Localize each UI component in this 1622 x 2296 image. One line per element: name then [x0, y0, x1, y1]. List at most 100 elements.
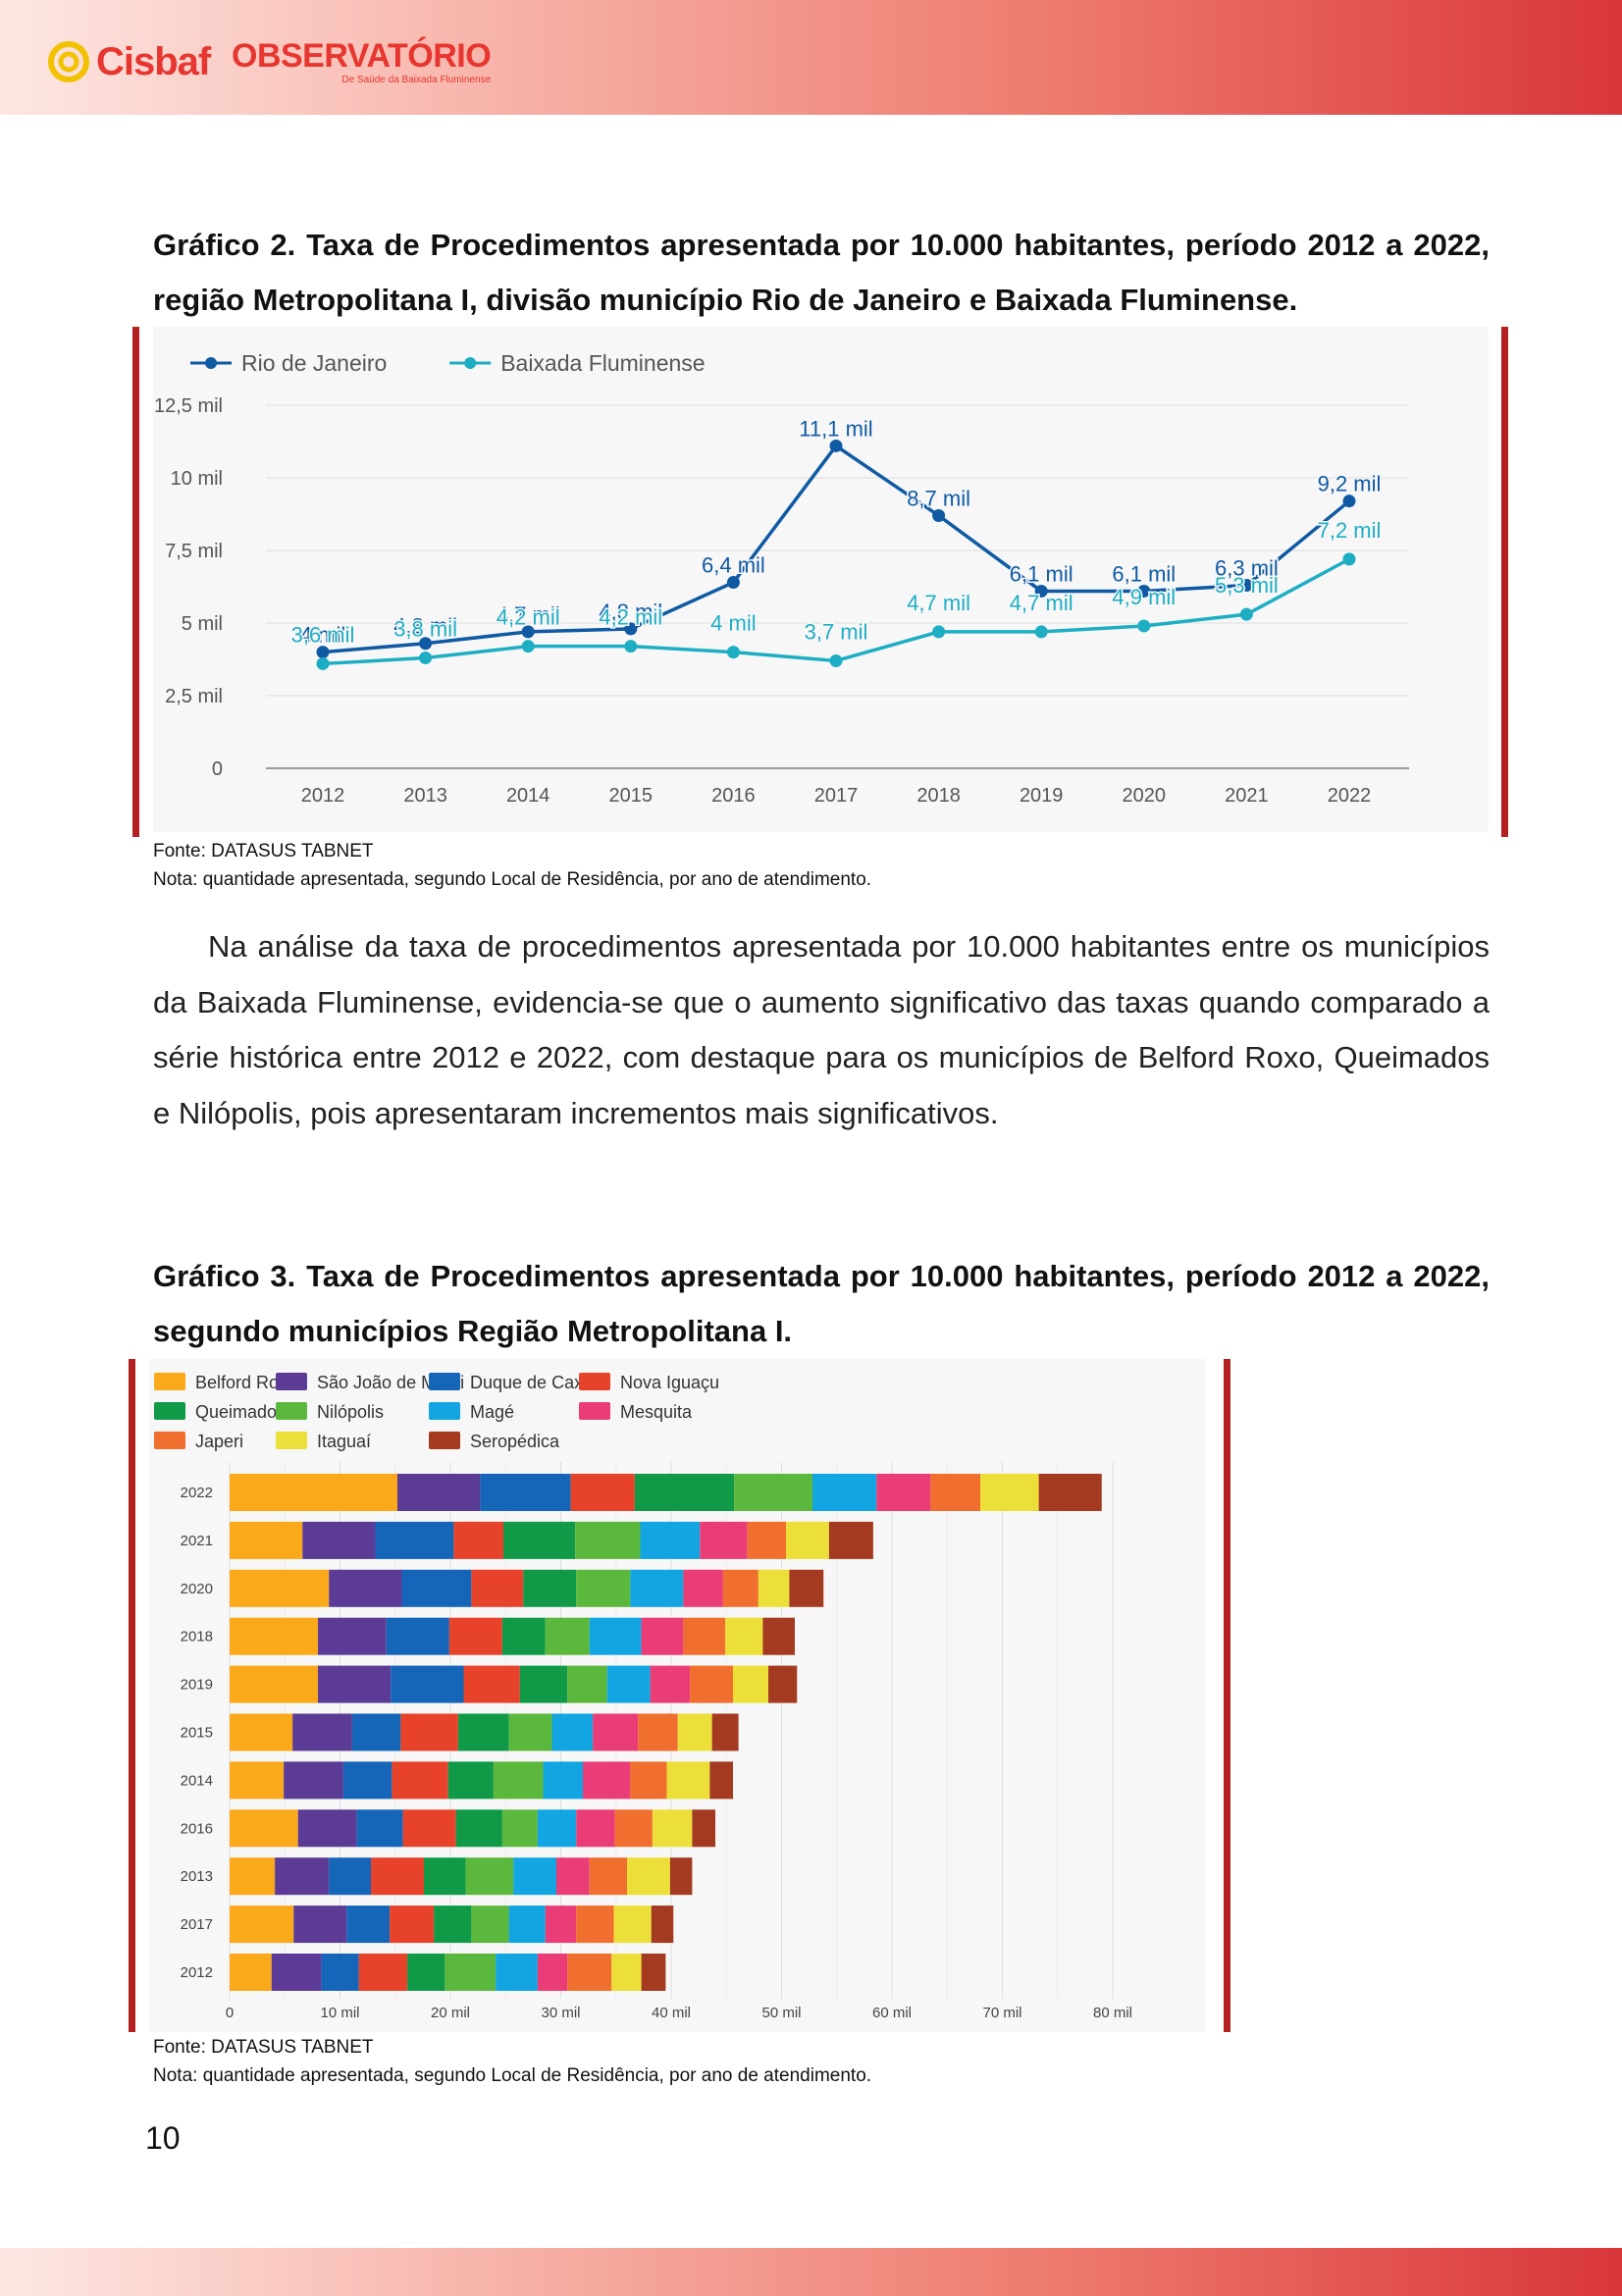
bar-segment — [519, 1665, 568, 1703]
y-tick-label: 2015 — [181, 1725, 213, 1742]
data-point — [1342, 495, 1356, 508]
line-chart: Rio de Janeiro Baixada Fluminense 0 2,5 mil… — [154, 350, 1409, 807]
bar-segment — [375, 1521, 454, 1559]
y-tick-label: 2,5 mil — [165, 686, 223, 707]
bar-segment — [876, 1474, 931, 1511]
bar-segment — [230, 1857, 276, 1896]
data-label: 4,7 mil — [907, 591, 970, 615]
legend-swatch — [429, 1402, 460, 1420]
data-label: 6,1 mil — [1112, 561, 1176, 586]
data-label: 7,2 mil — [1318, 518, 1382, 543]
bar-segment — [606, 1665, 651, 1703]
x-tick-label: 2017 — [814, 785, 859, 807]
series-line-1 — [322, 557, 1350, 666]
bar-segment — [589, 1617, 642, 1655]
x-tick-label: 70 mil — [982, 2005, 1021, 2021]
x-tick-label: 2016 — [711, 785, 756, 807]
y-tick-label: 2022 — [181, 1485, 213, 1501]
data-point — [726, 646, 740, 659]
bar-segment — [230, 1713, 293, 1751]
bar-segment — [545, 1617, 590, 1655]
data-label: 3,7 mil — [805, 619, 868, 644]
bar-segment — [318, 1665, 392, 1703]
bar-segment — [508, 1905, 546, 1944]
bar-segment — [448, 1617, 502, 1655]
x-tick-label: 2018 — [916, 785, 961, 807]
legend-marker-1 — [464, 357, 477, 369]
bar-segment — [1038, 1474, 1102, 1511]
bar-segment — [386, 1617, 449, 1655]
bar-segment — [641, 1617, 684, 1655]
bar-segment — [445, 1954, 497, 1991]
data-point — [1137, 619, 1151, 633]
bar-segment — [230, 1521, 303, 1559]
bar-segment — [570, 1474, 635, 1511]
bar-segment — [230, 1761, 285, 1800]
bar-segment — [453, 1521, 503, 1559]
bar-segment — [652, 1809, 693, 1848]
data-label: 4,7 mil — [1010, 591, 1073, 615]
analysis-paragraph-text: Na análise da taxa de procedimentos apre… — [153, 929, 1490, 1130]
bar-segment — [407, 1954, 445, 1991]
bar-segment — [812, 1474, 877, 1511]
chart3-source: Fonte: DATASUS TABNET — [153, 2037, 374, 2058]
data-label: 9,2 mil — [1318, 472, 1382, 496]
chart2-source: Fonte: DATASUS TABNET — [153, 841, 374, 861]
bar-segment — [666, 1761, 710, 1800]
bar-segment — [589, 1857, 627, 1896]
x-tick-label: 2019 — [1020, 785, 1064, 807]
bar-segment — [230, 1474, 397, 1511]
bar-segment — [508, 1713, 552, 1751]
bar-segment — [463, 1665, 520, 1703]
cisbaf-logo: Cisbaf — [47, 37, 211, 86]
y-tick-label: 2014 — [181, 1772, 213, 1789]
legend-label-1: Baixada Fluminense — [500, 350, 705, 376]
legend-swatch — [579, 1402, 610, 1420]
x-tick-label: 2020 — [1123, 785, 1167, 807]
bar-segment — [400, 1713, 458, 1751]
bar-segment — [292, 1713, 352, 1751]
bar-segment — [434, 1905, 472, 1944]
data-label: 4,2 mil — [599, 605, 662, 630]
legend-swatch — [276, 1432, 307, 1449]
bar-segment — [789, 1569, 824, 1607]
bar-segment — [711, 1713, 739, 1751]
bar-segment — [611, 1954, 642, 1991]
bar-segment — [465, 1857, 514, 1896]
bar-segment — [537, 1954, 568, 1991]
bar-segment — [651, 1905, 674, 1944]
bar-segment — [493, 1761, 544, 1800]
x-tick-label: 40 mil — [652, 2005, 691, 2021]
bar-segment — [356, 1809, 403, 1848]
bar-segment — [392, 1761, 448, 1800]
bar-segment — [480, 1474, 571, 1511]
chart3-frame-left-bar — [129, 1359, 135, 2032]
data-label: 4 mil — [710, 611, 756, 636]
bar-segment — [576, 1809, 615, 1848]
bar-segment — [230, 1617, 318, 1655]
cisbaf-logo-text: Cisbaf — [96, 39, 211, 83]
bar-segment — [471, 1569, 524, 1607]
bar-segment — [545, 1905, 577, 1944]
x-tick-label: 2022 — [1328, 785, 1372, 807]
bar-segment — [503, 1521, 576, 1559]
chart3-note: Nota: quantidade apresentada, segundo Lo… — [153, 2065, 872, 2086]
data-point — [829, 653, 843, 667]
legend-swatch — [154, 1402, 185, 1420]
bar-segment — [513, 1857, 556, 1896]
data-label: 3,6 mil — [291, 622, 355, 647]
bar-segment — [567, 1954, 612, 1991]
data-point — [932, 625, 946, 639]
legend-label-0: Rio de Janeiro — [241, 350, 387, 376]
legend-label: Nova Iguaçu — [620, 1373, 719, 1392]
x-tick-label: 20 mil — [431, 2005, 470, 2021]
bar-segment — [575, 1521, 641, 1559]
y-tick-label: 2017 — [181, 1916, 213, 1933]
bar-segment — [329, 1569, 402, 1607]
data-point — [316, 646, 330, 659]
bar-segment — [709, 1761, 733, 1800]
x-tick-label: 10 mil — [320, 2005, 359, 2021]
bar-segment — [700, 1521, 748, 1559]
bar-segment — [321, 1954, 359, 1991]
bar-segment — [551, 1713, 594, 1751]
